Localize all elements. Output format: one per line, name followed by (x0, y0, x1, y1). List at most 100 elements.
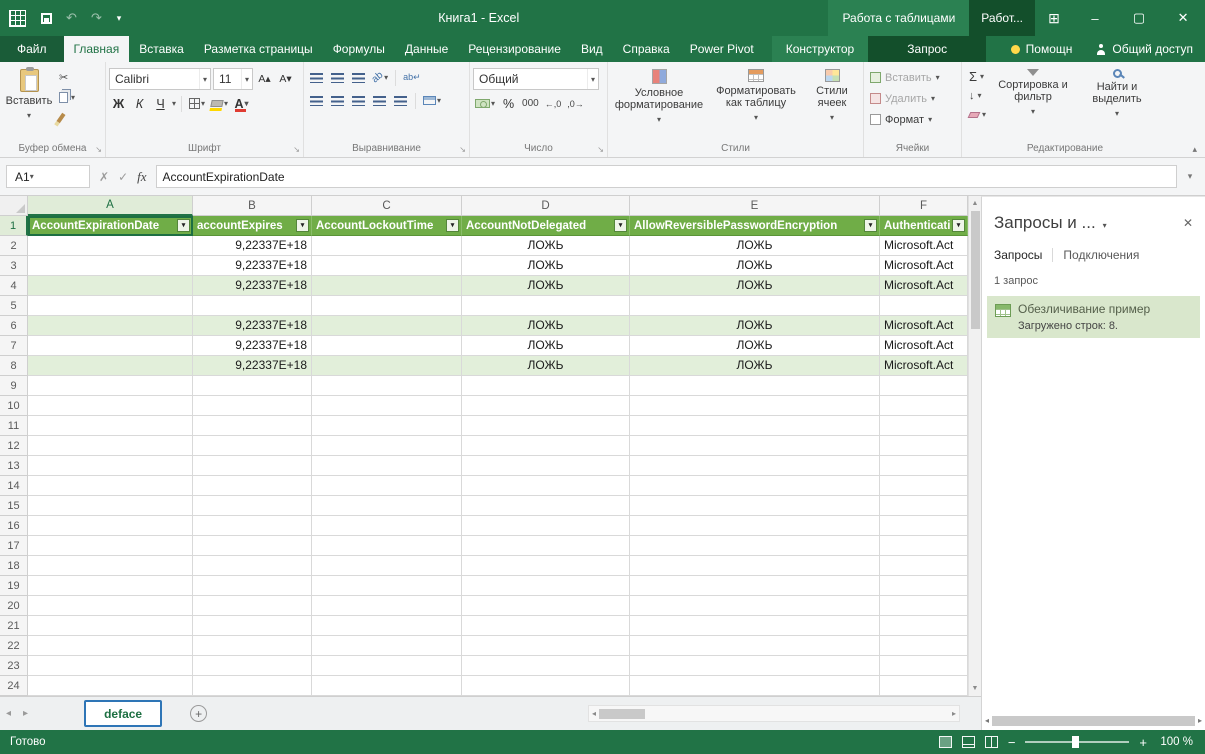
cell-C21[interactable] (312, 616, 462, 636)
cell-E14[interactable] (630, 476, 880, 496)
page-break-view-button[interactable] (985, 736, 998, 748)
cell-C17[interactable] (312, 536, 462, 556)
cell-A17[interactable] (28, 536, 193, 556)
cell-A13[interactable] (28, 456, 193, 476)
decrease-indent-button[interactable] (370, 91, 389, 110)
cell-F4[interactable]: Microsoft.Act (880, 276, 968, 296)
vertical-scroll-thumb[interactable] (971, 211, 980, 329)
cell-E8[interactable]: ЛОЖЬ (630, 356, 880, 376)
cell-C12[interactable] (312, 436, 462, 456)
cell-E3[interactable]: ЛОЖЬ (630, 256, 880, 276)
insert-function-button[interactable]: fx (137, 169, 146, 185)
cell-C11[interactable] (312, 416, 462, 436)
cell-D9[interactable] (462, 376, 630, 396)
tab-query[interactable]: Запрос (897, 42, 957, 56)
cell-A5[interactable] (28, 296, 193, 316)
select-all-corner[interactable] (0, 196, 28, 216)
font-size-combobox[interactable]: 11▾ (213, 68, 253, 90)
cell-B18[interactable] (193, 556, 312, 576)
cell-B11[interactable] (193, 416, 312, 436)
cell-D10[interactable] (462, 396, 630, 416)
column-header-A[interactable]: A (28, 196, 193, 216)
filter-dropdown-button[interactable]: ▾ (296, 219, 309, 232)
panel-tab-connections[interactable]: Подключения (1052, 248, 1139, 262)
cell-B15[interactable] (193, 496, 312, 516)
align-middle-button[interactable] (328, 68, 347, 87)
cell-C9[interactable] (312, 376, 462, 396)
wrap-text-button[interactable]: ab↵ (401, 68, 423, 87)
merge-center-button[interactable]: ▾ (421, 91, 443, 110)
zoom-level[interactable]: 100 % (1157, 736, 1193, 748)
cell-F22[interactable] (880, 636, 968, 656)
cell-E20[interactable] (630, 596, 880, 616)
cell-D5[interactable] (462, 296, 630, 316)
cell-E5[interactable] (630, 296, 880, 316)
filter-dropdown-button[interactable]: ▾ (177, 219, 190, 232)
font-name-combobox[interactable]: Calibri▾ (109, 68, 211, 90)
cell-F9[interactable] (880, 376, 968, 396)
cell-B4[interactable]: 9,22337E+18 (193, 276, 312, 296)
cell-D4[interactable]: ЛОЖЬ (462, 276, 630, 296)
zoom-out-button[interactable]: − (1008, 735, 1016, 750)
cell-A6[interactable] (28, 316, 193, 336)
cell-F2[interactable]: Microsoft.Act (880, 236, 968, 256)
cell-B12[interactable] (193, 436, 312, 456)
cell-F5[interactable] (880, 296, 968, 316)
save-button[interactable] (34, 0, 59, 36)
borders-button[interactable]: ▾ (187, 94, 207, 113)
conditional-formatting-button[interactable]: Условное форматирование ▾ (611, 64, 707, 140)
cell-E6[interactable]: ЛОЖЬ (630, 316, 880, 336)
fill-button[interactable]: ↓▾ (967, 88, 988, 103)
cell-A16[interactable] (28, 516, 193, 536)
italic-button[interactable]: К (130, 94, 149, 113)
normal-view-button[interactable] (939, 736, 952, 748)
cell-E19[interactable] (630, 576, 880, 596)
sort-filter-button[interactable]: Сортировка и фильтр ▾ (990, 64, 1076, 140)
cell-D22[interactable] (462, 636, 630, 656)
cell-A11[interactable] (28, 416, 193, 436)
panel-scroll-left-icon[interactable]: ◂ (985, 716, 989, 725)
table-header-cell-A1[interactable]: AccountExpirationDate▾ (28, 216, 193, 236)
name-box[interactable]: A1▾ (6, 165, 90, 188)
vertical-scrollbar[interactable]: ▲ ▼ (968, 196, 981, 696)
cell-C23[interactable] (312, 656, 462, 676)
column-header-C[interactable]: C (312, 196, 462, 216)
cell-A8[interactable] (28, 356, 193, 376)
cell-B10[interactable] (193, 396, 312, 416)
tab-file[interactable]: Файл (0, 36, 64, 62)
panel-scroll-thumb[interactable] (992, 716, 1195, 726)
cell-F19[interactable] (880, 576, 968, 596)
row-header-18[interactable]: 18 (0, 556, 28, 576)
column-header-B[interactable]: B (193, 196, 312, 216)
tab-formulas[interactable]: Формулы (323, 36, 395, 62)
cell-E18[interactable] (630, 556, 880, 576)
panel-close-button[interactable]: ✕ (1183, 216, 1193, 230)
row-header-15[interactable]: 15 (0, 496, 28, 516)
increase-font-button[interactable]: А▴ (255, 70, 274, 89)
page-layout-view-button[interactable] (962, 736, 975, 748)
cell-B7[interactable]: 9,22337E+18 (193, 336, 312, 356)
ribbon-display-options-button[interactable]: ⊞ (1035, 0, 1073, 36)
cell-E7[interactable]: ЛОЖЬ (630, 336, 880, 356)
cell-C19[interactable] (312, 576, 462, 596)
cell-F21[interactable] (880, 616, 968, 636)
cell-E13[interactable] (630, 456, 880, 476)
row-header-22[interactable]: 22 (0, 636, 28, 656)
row-header-7[interactable]: 7 (0, 336, 28, 356)
underline-button[interactable]: Ч (151, 94, 170, 113)
cell-E11[interactable] (630, 416, 880, 436)
align-right-button[interactable] (349, 91, 368, 110)
minimize-button[interactable]: – (1073, 0, 1117, 36)
caret-icon[interactable]: ▾ (172, 99, 176, 108)
cell-E16[interactable] (630, 516, 880, 536)
autosum-button[interactable]: Σ▾ (967, 69, 988, 84)
insert-cells-button[interactable]: Вставить▾ (867, 68, 958, 87)
row-header-3[interactable]: 3 (0, 256, 28, 276)
cell-C4[interactable] (312, 276, 462, 296)
cell-A12[interactable] (28, 436, 193, 456)
cell-A22[interactable] (28, 636, 193, 656)
row-header-23[interactable]: 23 (0, 656, 28, 676)
filter-dropdown-button[interactable]: ▾ (614, 219, 627, 232)
cell-B20[interactable] (193, 596, 312, 616)
hscroll-left-icon[interactable]: ◂ (592, 709, 596, 718)
